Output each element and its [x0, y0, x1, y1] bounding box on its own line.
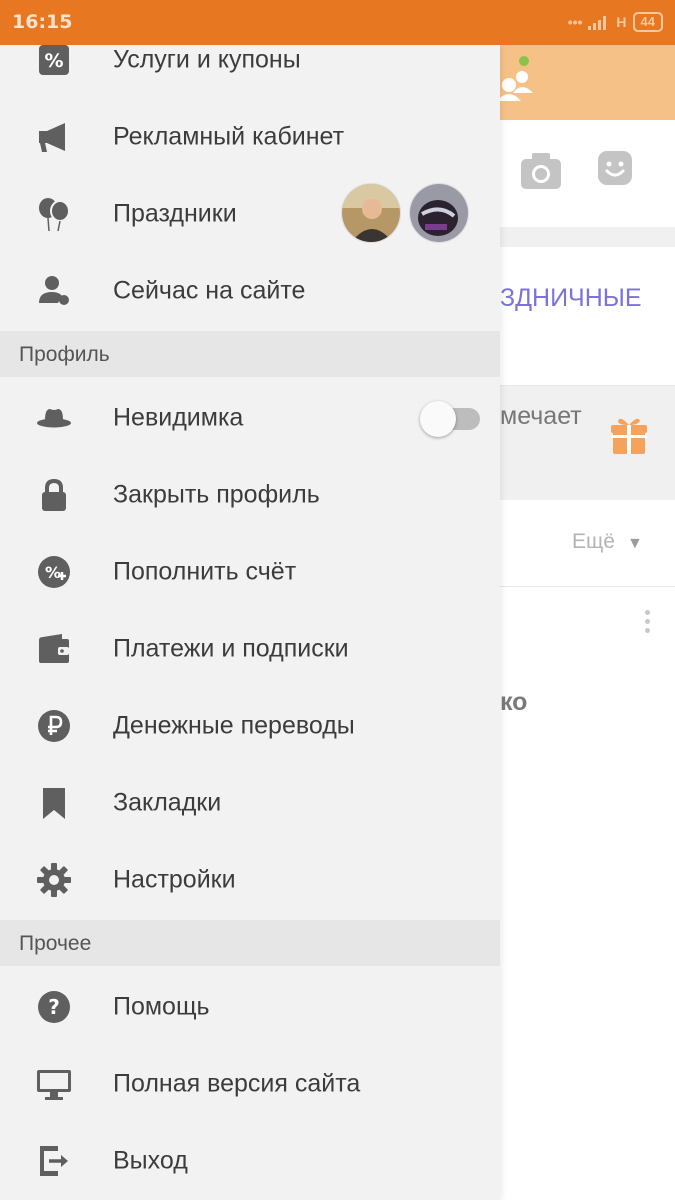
menu-item-invisible[interactable]: Невидимка — [0, 379, 500, 456]
section-title: Прочее — [19, 932, 92, 955]
percent-coupon-icon: % — [36, 45, 72, 78]
overflow-menu-icon[interactable] — [640, 610, 654, 640]
toggle-knob — [420, 401, 456, 437]
wallet-icon — [36, 631, 72, 667]
more-dropdown[interactable]: Ещё ▼ — [572, 530, 643, 554]
lock-icon — [36, 477, 72, 513]
menu-item-ad-cabinet[interactable]: Рекламный кабинет — [0, 98, 500, 175]
notification-dots-icon: ••• — [567, 14, 583, 30]
megaphone-icon — [36, 119, 72, 155]
status-indicators: ••• H 44 — [568, 12, 663, 32]
menu-item-label: Услуги и купоны — [113, 45, 301, 73]
gift-icon[interactable] — [610, 415, 648, 455]
avatar[interactable] — [341, 183, 401, 243]
signal-icon — [588, 16, 607, 30]
camera-icon[interactable] — [520, 152, 562, 190]
help-icon: ? — [36, 989, 72, 1025]
avatar[interactable] — [409, 183, 469, 243]
menu-item-label: Закрыть профиль — [113, 480, 320, 508]
menu-item-holidays[interactable]: Праздники — [0, 175, 500, 252]
menu-item-bookmarks[interactable]: Закладки — [0, 764, 500, 841]
menu-item-label: Невидимка — [113, 403, 244, 431]
svg-text:%: % — [45, 563, 61, 582]
exit-icon — [36, 1143, 72, 1179]
section-header-profile: Профиль — [0, 331, 500, 377]
promo-link[interactable]: ЗДНИЧНЫЕ — [500, 284, 642, 313]
svg-text:%: % — [44, 50, 63, 72]
menu-item-money-transfers[interactable]: Денежные переводы — [0, 687, 500, 764]
menu-item-label: Рекламный кабинет — [113, 122, 345, 150]
chevron-down-icon: ▼ — [626, 535, 643, 552]
ruble-icon — [36, 708, 72, 744]
friends-icon[interactable] — [495, 53, 535, 103]
menu-item-label: Полная версия сайта — [113, 1069, 361, 1097]
balloons-icon — [36, 196, 72, 232]
smile-icon[interactable] — [597, 150, 633, 186]
menu-item-full-version[interactable]: Полная версия сайта — [0, 1045, 500, 1122]
notification-text: мечает — [500, 402, 582, 430]
svg-text:?: ? — [48, 995, 60, 1019]
menu-item-online-now[interactable]: Сейчас на сайте — [0, 252, 500, 329]
status-time: 16:15 — [12, 11, 73, 33]
menu-item-label: Платежи и подписки — [113, 634, 349, 662]
coin-plus-icon: % — [36, 554, 72, 590]
status-bar: 16:15 ••• H 44 — [0, 0, 675, 45]
feed-author-fragment: ко — [500, 688, 528, 716]
menu-item-logout[interactable]: Выход — [0, 1122, 500, 1199]
menu-item-help[interactable]: ? Помощь — [0, 968, 500, 1045]
menu-item-services-coupons[interactable]: % Услуги и купоны — [0, 45, 500, 98]
menu-item-label: Пополнить счёт — [113, 557, 297, 585]
menu-item-label: Закладки — [113, 788, 222, 816]
battery-level: 44 — [632, 12, 663, 32]
menu-item-label: Праздники — [113, 199, 237, 227]
network-type: H — [616, 14, 627, 30]
menu-item-payments-subscriptions[interactable]: Платежи и подписки — [0, 610, 500, 687]
menu-item-top-up[interactable]: % Пополнить счёт — [0, 533, 500, 610]
monitor-icon — [36, 1066, 72, 1102]
navigation-drawer: % Услуги и купоны Рекламный кабинет Праз… — [0, 45, 500, 1200]
gear-icon — [36, 862, 72, 898]
menu-item-label: Выход — [113, 1146, 188, 1174]
hat-icon — [36, 400, 72, 436]
section-title: Профиль — [19, 343, 110, 366]
menu-item-close-profile[interactable]: Закрыть профиль — [0, 456, 500, 533]
menu-item-label: Настройки — [113, 865, 236, 893]
section-header-other: Прочее — [0, 920, 500, 966]
menu-item-label: Помощь — [113, 992, 210, 1020]
menu-item-settings[interactable]: Настройки — [0, 841, 500, 918]
bookmark-icon — [36, 785, 72, 821]
more-label: Ещё — [572, 530, 615, 553]
person-online-icon — [36, 273, 72, 309]
menu-item-label: Сейчас на сайте — [113, 276, 306, 304]
menu-item-label: Денежные переводы — [113, 711, 355, 739]
invisible-toggle[interactable] — [420, 399, 480, 437]
